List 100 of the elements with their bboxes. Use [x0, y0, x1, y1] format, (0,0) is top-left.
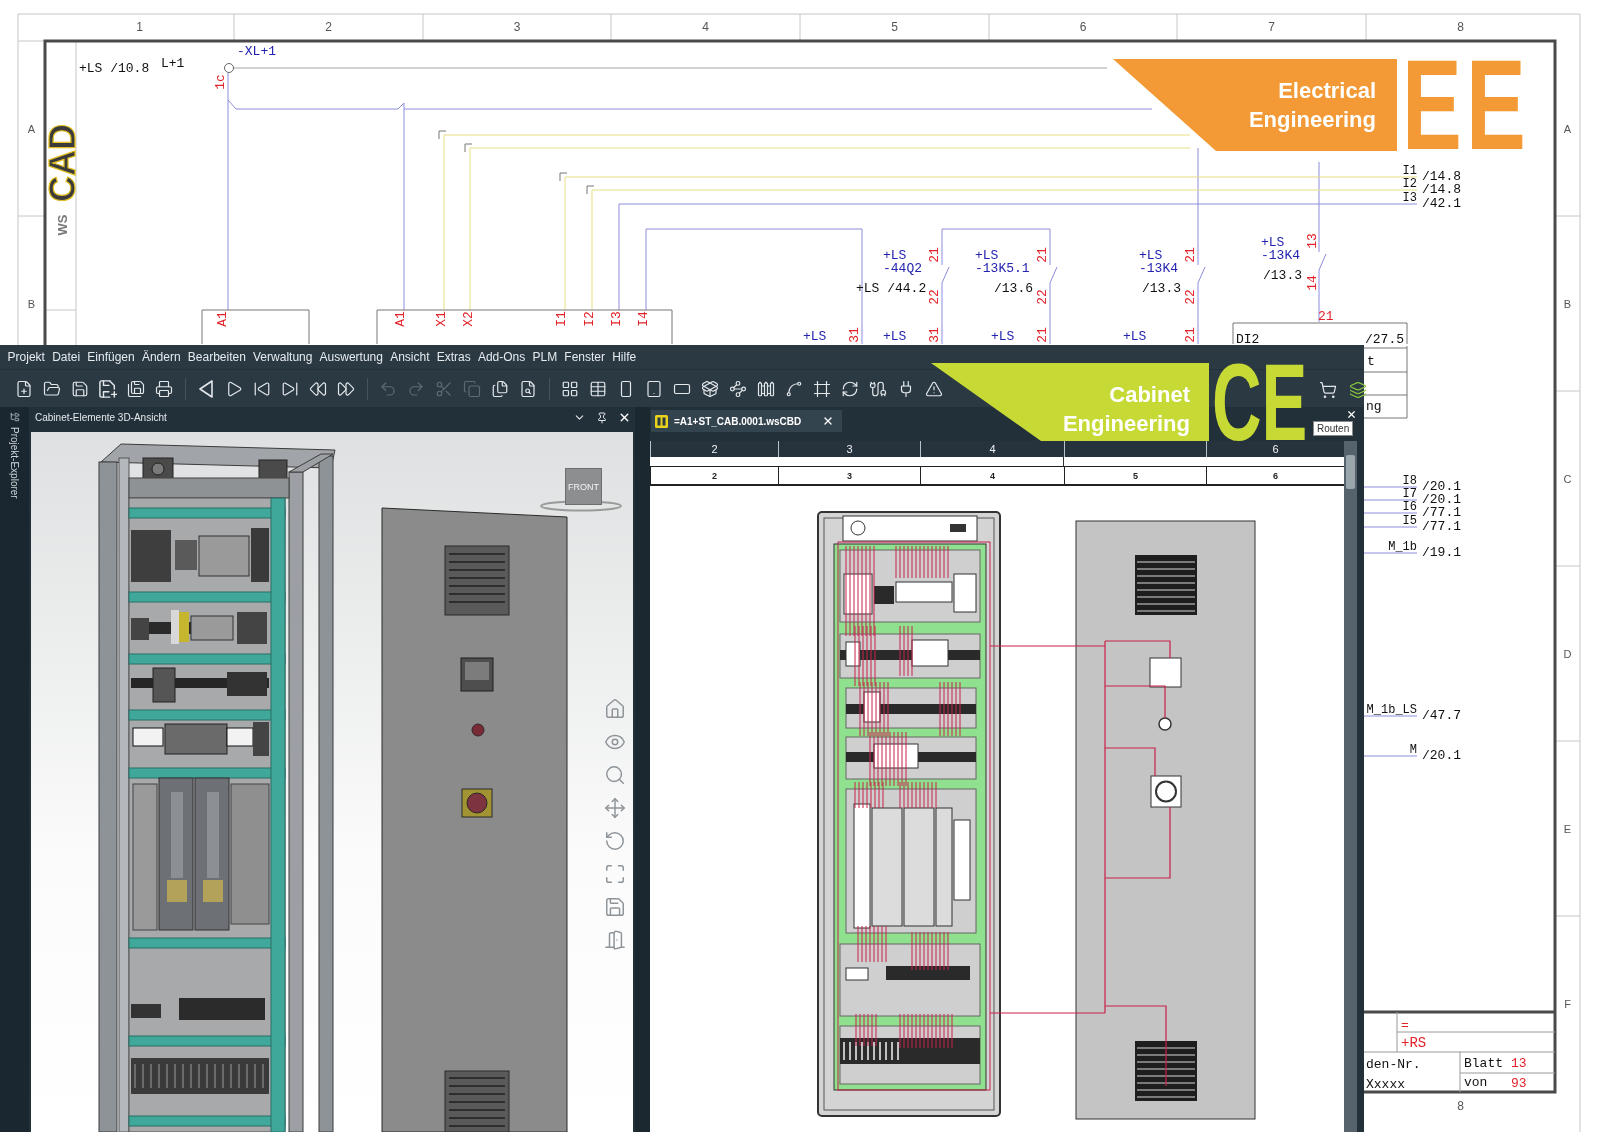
device-tag: +LS: [975, 247, 999, 263]
signal-name: M: [1409, 743, 1417, 757]
layers-icon[interactable]: [1349, 381, 1367, 399]
side-tab[interactable]: Projekt-Explorer: [9, 410, 20, 501]
sheet-number: 13: [1511, 1055, 1527, 1071]
signal-name: M_1b: [1388, 540, 1417, 554]
banner-title: Cabinet Engineering: [1062, 381, 1190, 438]
spline-icon[interactable]: [785, 379, 803, 398]
close-icon[interactable]: [618, 411, 631, 424]
home-icon[interactable]: [604, 698, 626, 720]
door-icon[interactable]: [604, 929, 626, 951]
menu-item[interactable]: Verwaltung: [249, 348, 316, 366]
rewind-icon[interactable]: [309, 379, 327, 398]
menu-item[interactable]: Fenster: [560, 348, 609, 366]
menu-item[interactable]: Add-Ons: [474, 348, 529, 366]
column-number: 3: [513, 20, 521, 34]
skip-forward-icon[interactable]: [281, 379, 299, 398]
file-search-icon[interactable]: [519, 379, 537, 398]
signal-name: I8: [1402, 474, 1417, 488]
banner-title: Electrical Engineering: [1248, 77, 1376, 134]
schematic-label: t: [1367, 353, 1375, 369]
waypoints-icon[interactable]: [729, 379, 747, 398]
banner-monogram: CE: [1212, 363, 1308, 441]
title-block-field: =: [1401, 1017, 1409, 1033]
fence-icon[interactable]: [757, 379, 775, 398]
column-number: 2: [712, 470, 717, 481]
menu-item[interactable]: Datei: [48, 348, 84, 366]
row-letter: C: [1563, 472, 1572, 485]
pin-number: 31: [926, 327, 942, 343]
menu-item[interactable]: PLM: [528, 348, 561, 366]
device-tag: -13K5.1: [975, 260, 1030, 276]
schematic-label: /13.6: [994, 280, 1033, 296]
column-number: 1: [136, 20, 143, 34]
open-folder-icon[interactable]: [43, 379, 61, 398]
device-tag: +LS: [991, 328, 1015, 344]
device-tag: +LS: [1261, 234, 1285, 250]
device-tag: -13K4: [1261, 247, 1300, 263]
rotate-icon[interactable]: [604, 830, 626, 852]
close-icon[interactable]: [822, 415, 834, 427]
pin-number: 13: [1304, 233, 1320, 249]
move-icon[interactable]: [604, 797, 626, 819]
document-tab[interactable]: =A1+ST_CAB.0001.wsCBD: [651, 410, 842, 432]
warning-triangle-icon[interactable]: [925, 379, 943, 398]
cross-reference: /20.1: [1422, 491, 1461, 507]
triangle-right-icon[interactable]: [225, 379, 243, 398]
menu-item[interactable]: Projekt: [4, 348, 49, 366]
file-plus-icon[interactable]: [15, 379, 33, 398]
schematic-label: L+1: [161, 55, 185, 71]
signal-name: I3: [1402, 191, 1417, 205]
menu-item[interactable]: Extras: [433, 348, 475, 366]
title-block-label: den-Nr.: [1366, 1056, 1421, 1072]
hash-icon[interactable]: [813, 379, 831, 398]
open-box-icon[interactable]: [701, 379, 719, 398]
pin-number: 14: [1304, 275, 1320, 291]
scrollbar-thumb[interactable]: [1346, 455, 1355, 489]
pin-number: I2: [581, 311, 597, 327]
cable-icon[interactable]: [869, 379, 887, 398]
pin-number: X2: [460, 311, 476, 327]
floppy-plus-icon[interactable]: [99, 379, 117, 398]
menu-item[interactable]: Einfügen: [83, 348, 139, 366]
cross-reference: /14.8: [1422, 168, 1461, 184]
column-number: 4: [990, 470, 995, 481]
pin-number: 21: [1182, 247, 1198, 263]
scrollbar-track[interactable]: [1344, 441, 1357, 1132]
cross-reference: /14.8: [1422, 181, 1461, 197]
device-tag: +LS: [803, 328, 827, 344]
grid-icon[interactable]: [561, 379, 579, 398]
schematic-label: +LS /10.8: [79, 60, 150, 76]
row-letter: E: [1563, 822, 1572, 835]
files-icon[interactable]: [491, 379, 509, 398]
column-number: 6: [1273, 470, 1278, 481]
menu-item[interactable]: Bearbeiten: [184, 348, 250, 366]
menu-item[interactable]: Auswertung: [316, 348, 387, 366]
schematic-label: DI2: [1236, 331, 1260, 347]
table-icon[interactable]: [589, 379, 607, 398]
pin-number: X1: [433, 311, 449, 327]
skip-back-icon[interactable]: [253, 379, 271, 398]
floppy-disks-icon[interactable]: [127, 379, 145, 398]
menu-item[interactable]: Hilfe: [608, 348, 640, 366]
pin-number: 22: [1034, 289, 1050, 305]
tablet-icon[interactable]: [645, 379, 663, 398]
refresh-arrows-icon[interactable]: [841, 379, 859, 398]
pin-icon[interactable]: [596, 411, 608, 424]
device-tag: -44Q2: [883, 260, 922, 276]
menu-item[interactable]: Ändern: [138, 348, 185, 366]
cart-icon[interactable]: [1319, 381, 1337, 399]
pin-number: A1: [214, 311, 230, 327]
column-number: 3: [846, 443, 853, 455]
maximize-icon[interactable]: [604, 863, 626, 885]
signal-name: I6: [1402, 500, 1417, 514]
signal-name: I1: [1402, 164, 1417, 178]
fast-forward-icon[interactable]: [337, 379, 355, 398]
triangle-left-icon[interactable]: [197, 379, 215, 398]
title-block-label: von: [1464, 1074, 1488, 1090]
pin-number: A1: [392, 311, 408, 327]
menu-item[interactable]: Ansicht: [386, 348, 434, 366]
column-number: 7: [1268, 20, 1275, 34]
close-icon[interactable]: [1346, 409, 1357, 420]
search-icon[interactable]: [604, 764, 626, 786]
printer-icon[interactable]: [155, 379, 173, 398]
